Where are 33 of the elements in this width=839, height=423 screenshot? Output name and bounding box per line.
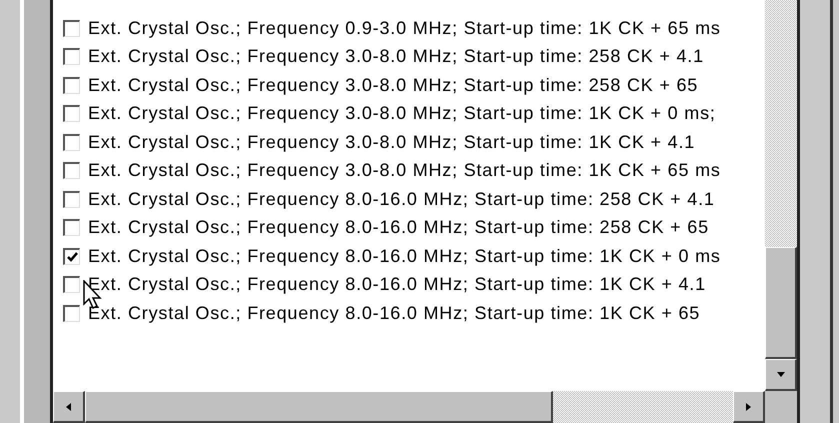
option-label: Ext. Crystal Osc.; Frequency 8.0-16.0 MHz; Start-up time: 1K CK + 0 ms bbox=[88, 244, 721, 268]
option-label: Ext. Crystal Osc.; Frequency 3.0-8.0 MHz; Start-up time: 1K CK + 65 ms bbox=[88, 159, 721, 182]
checkmark-icon bbox=[66, 252, 78, 262]
horizontal-scrollbar[interactable] bbox=[53, 391, 765, 423]
scroll-right-button[interactable] bbox=[733, 391, 765, 423]
option-label: Ext. Crystal Osc.; Frequency 8.0-16.0 MHz; Start-up time: 1K CK + 65 bbox=[88, 302, 700, 325]
checkbox[interactable] bbox=[63, 20, 80, 37]
checkbox[interactable] bbox=[63, 105, 80, 122]
checkbox[interactable] bbox=[63, 248, 80, 265]
down-arrow-icon bbox=[776, 370, 786, 380]
checkbox[interactable] bbox=[63, 219, 80, 236]
checkbox[interactable] bbox=[63, 48, 80, 66]
right-arrow-icon bbox=[744, 402, 754, 412]
scrollbar-thumb[interactable] bbox=[765, 247, 797, 359]
scrollbar-thumb[interactable] bbox=[85, 391, 553, 423]
checkbox[interactable] bbox=[63, 162, 80, 180]
scrollbar-corner bbox=[765, 391, 797, 423]
option-label: Ext. Crystal Osc.; Frequency 3.0-8.0 MHz; Start-up time: 1K CK + 0 ms; bbox=[88, 102, 716, 126]
option-label: Ext. Crystal Osc.; Frequency 8.0-16.0 MHz; Start-up time: 258 CK + 65 bbox=[88, 216, 709, 240]
checkbox[interactable] bbox=[63, 276, 80, 294]
option-label: Ext. Crystal Osc.; Frequency 3.0-8.0 MHz; Start-up time: 258 CK + 4.1 bbox=[88, 45, 704, 68]
left-arrow-icon bbox=[64, 402, 74, 412]
option-label: Ext. Crystal Osc.; Frequency 3.0-8.0 MHz; Start-up time: 1K CK + 4.1 bbox=[88, 130, 696, 154]
scroll-down-button[interactable] bbox=[765, 359, 797, 391]
checkbox[interactable] bbox=[63, 134, 80, 151]
option-label: Ext. Crystal Osc.; Frequency 0.9-3.0 MHz; Start-up time: 1K CK + 65 ms bbox=[88, 16, 721, 40]
checkbox[interactable] bbox=[63, 304, 80, 322]
checkbox[interactable] bbox=[63, 76, 80, 94]
option-label: Ext. Crystal Osc.; Frequency 8.0-16.0 MHz; Start-up time: 258 CK + 4.1 bbox=[88, 188, 715, 211]
option-label: Ext. Crystal Osc.; Frequency 3.0-8.0 MHz; Start-up time: 258 CK + 65 bbox=[88, 74, 698, 97]
scroll-left-button[interactable] bbox=[53, 391, 85, 423]
vertical-scrollbar[interactable] bbox=[765, 0, 797, 391]
checkbox[interactable] bbox=[63, 190, 80, 208]
